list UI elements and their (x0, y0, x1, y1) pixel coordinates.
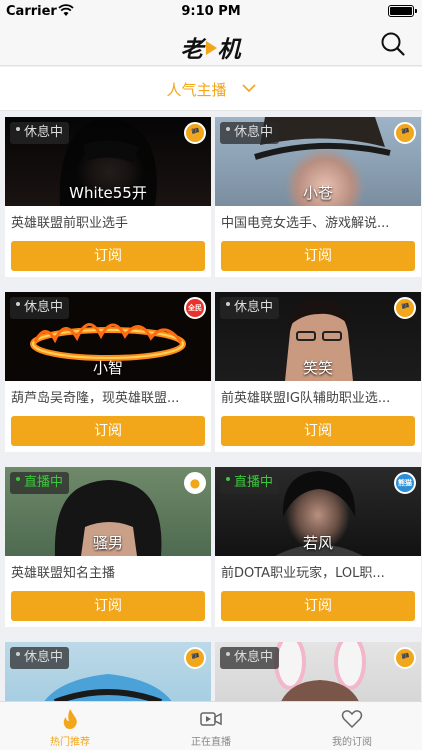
tab-label: 我的订阅 (332, 737, 372, 748)
platform-logo: ● (184, 472, 206, 494)
tab-bar: 热门推荐 正在直播 我的订阅 (0, 701, 422, 750)
tab-label: 热门推荐 (50, 737, 90, 748)
streamer-card[interactable]: 休息中 🏴 小苍 中国电竞女选手、游戏解说... 订阅 (215, 117, 421, 277)
streamer-description: 中国电竞女选手、游戏解说... (221, 216, 390, 231)
status-badge: 休息中 (10, 297, 70, 319)
play-icon (205, 41, 217, 55)
nav-bar: 老机 (0, 22, 422, 66)
streamer-card[interactable]: 休息中 全民 小智 葫芦岛吴奇隆，现英雄联盟... 订阅 (5, 292, 211, 452)
status-badge: 休息中 (10, 647, 70, 669)
streamer-description: 葫芦岛吴奇隆，现英雄联盟... (11, 391, 180, 406)
subscribe-button[interactable]: 订阅 (11, 241, 205, 271)
tab-live-now[interactable]: 正在直播 (141, 702, 281, 750)
platform-logo: 熊猫 (394, 472, 416, 494)
streamer-name: 若风 (302, 534, 333, 552)
streamer-name: 笑笑 (302, 359, 333, 377)
battery-icon (388, 5, 417, 17)
streamer-card[interactable]: 休息中 🏴 White55开 英雄联盟前职业选手 订阅 (5, 117, 211, 277)
platform-logo: 🏴 (394, 297, 416, 319)
subscribe-button[interactable]: 订阅 (221, 591, 415, 621)
tab-label: 正在直播 (191, 737, 231, 748)
chevron-down-icon (241, 78, 256, 97)
streamer-name: 小苍 (302, 184, 333, 202)
subscribe-button[interactable]: 订阅 (221, 416, 415, 446)
tab-hot-recommend[interactable]: 热门推荐 (0, 702, 140, 750)
status-badge: 直播中 (10, 472, 70, 494)
subscribe-button[interactable]: 订阅 (11, 416, 205, 446)
streamer-description: 前英雄联盟IG队辅助职业选... (221, 391, 391, 406)
streamer-description: 英雄联盟知名主播 (11, 566, 116, 581)
streamer-card[interactable]: 休息中 🏴 (5, 642, 211, 701)
app-logo: 老机 (180, 37, 242, 63)
status-badge: 直播中 (220, 472, 280, 494)
platform-logo: 🏴 (184, 122, 206, 144)
category-filter-label: 人气主播 (166, 81, 227, 99)
flame-icon (63, 709, 77, 729)
streamer-card[interactable]: 休息中 🏴 (215, 642, 421, 701)
status-badge: 休息中 (220, 297, 280, 319)
tab-my-subscriptions[interactable]: 我的订阅 (282, 702, 422, 750)
platform-logo: 🏴 (394, 647, 416, 669)
subscribe-button[interactable]: 订阅 (221, 241, 415, 271)
status-badge: 休息中 (220, 647, 280, 669)
status-badge: 休息中 (10, 122, 70, 144)
search-button[interactable] (380, 31, 406, 57)
platform-logo: 🏴 (184, 647, 206, 669)
category-filter[interactable]: 人气主播 (0, 67, 422, 111)
search-icon (381, 32, 405, 56)
clock: 9:10 PM (181, 4, 241, 19)
streamer-description: 前DOTA职业玩家，LOL职... (221, 566, 385, 581)
streamer-name: White55开 (69, 184, 147, 202)
platform-logo: 🏴 (394, 122, 416, 144)
status-badge: 休息中 (220, 122, 280, 144)
streamer-card[interactable]: 直播中 ● 骚男 英雄联盟知名主播 订阅 (5, 467, 211, 627)
streamer-card[interactable]: 直播中 熊猫 若风 前DOTA职业玩家，LOL职... 订阅 (215, 467, 421, 627)
streamer-description: 英雄联盟前职业选手 (11, 216, 129, 231)
status-bar: Carrier 9:10 PM (0, 0, 422, 22)
streamer-card[interactable]: 休息中 🏴 笑笑 前英雄联盟IG队辅助职业选... 订阅 (215, 292, 421, 452)
platform-logo: 全民 (184, 297, 206, 319)
heart-icon (341, 710, 363, 729)
subscribe-button[interactable]: 订阅 (11, 591, 205, 621)
video-camera-icon (200, 712, 222, 726)
streamer-name: 骚男 (92, 534, 123, 552)
streamer-name: 小智 (92, 359, 123, 377)
